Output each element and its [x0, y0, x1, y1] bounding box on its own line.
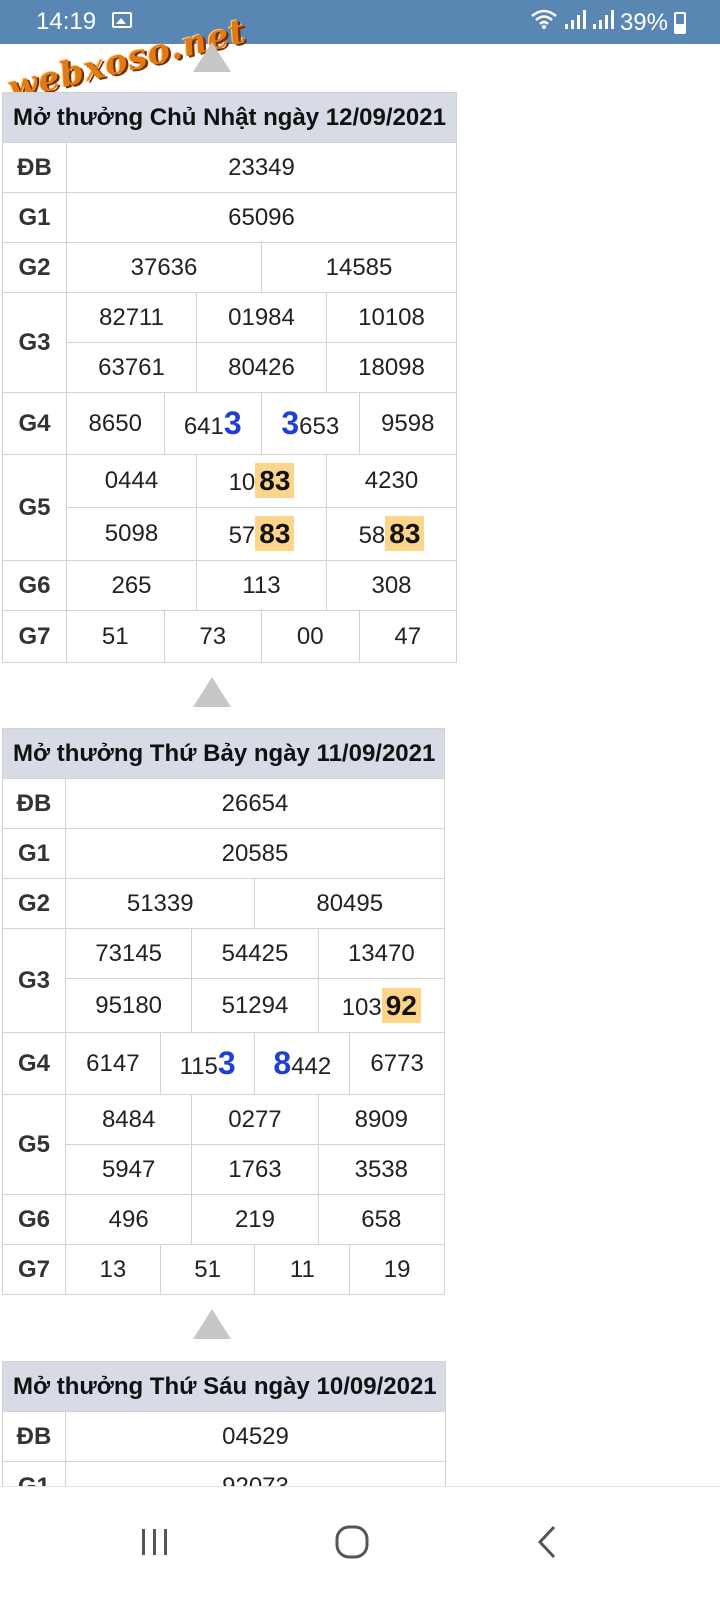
prize-label: G3	[2, 292, 67, 393]
back-icon[interactable]	[522, 1517, 572, 1567]
prize-g7: 47	[358, 610, 457, 663]
prize-g7: 73	[163, 610, 262, 663]
scroll-up-arrow-icon[interactable]	[193, 42, 231, 72]
prize-g4: 3653	[261, 392, 360, 455]
prize-label: ĐB	[2, 1411, 66, 1462]
prize-label: G5	[2, 454, 67, 561]
prize-g5: 1763	[191, 1144, 319, 1195]
prize-g6: 265	[66, 560, 197, 611]
prize-g2: 14585	[261, 242, 457, 293]
prize-g3: 18098	[326, 342, 457, 393]
status-time: 14:19	[36, 8, 97, 35]
prize-g5: 3538	[317, 1144, 446, 1195]
prize-g2: 51339	[64, 878, 256, 929]
prize-g5: 4230	[326, 454, 457, 508]
prize-g3: 95180	[64, 978, 193, 1033]
prize-g4: 8442	[254, 1032, 351, 1095]
prize-g5: 5947	[64, 1144, 193, 1195]
prize-g4: 9598	[358, 392, 457, 455]
prize-g5: 5098	[66, 507, 197, 561]
prize-g5: 0277	[191, 1094, 319, 1145]
results-table-1: Mở thưởng Chủ Nhật ngày 12/09/2021 ĐB 233…	[2, 92, 457, 663]
prize-g2: 80495	[254, 878, 445, 929]
prize-label: G6	[2, 1194, 66, 1245]
prize-label: G2	[2, 878, 66, 929]
prize-g4: 1153	[159, 1032, 256, 1095]
prize-g4: 8650	[66, 392, 165, 455]
prize-label: G1	[2, 828, 66, 879]
prize-g3: 10108	[326, 292, 457, 343]
prize-g5: 58 83	[326, 507, 457, 561]
prize-g1: 20585	[65, 828, 445, 879]
prize-g7: 13	[65, 1244, 161, 1295]
prize-g3: 80426	[196, 342, 327, 393]
prize-label: G3	[2, 928, 66, 1033]
prize-g5: 0444	[66, 454, 197, 508]
prize-g6: 308	[326, 560, 457, 611]
prize-g3: 13470	[317, 928, 446, 979]
prize-g3: 73145	[64, 928, 193, 979]
prize-g3: 82711	[66, 292, 197, 343]
battery-percent: 39%	[619, 8, 668, 36]
prize-label: G5	[2, 1094, 66, 1195]
prize-g4: 6413	[163, 392, 262, 455]
prize-g3: 51294	[191, 978, 319, 1033]
recent-apps-icon[interactable]	[130, 1517, 180, 1567]
prize-g7: 51	[159, 1244, 256, 1295]
prize-g3: 103 92	[317, 978, 446, 1033]
gallery-notification-icon	[112, 12, 132, 28]
prize-g4: 6147	[65, 1032, 161, 1095]
signal-icon	[564, 8, 586, 37]
prize-g2: 37636	[66, 242, 262, 293]
draw-title: Mở thưởng Thứ Sáu ngày 10/09/2021	[2, 1361, 446, 1412]
scroll-up-arrow-icon[interactable]	[193, 677, 231, 707]
prize-g7: 11	[254, 1244, 351, 1295]
prize-g7: 51	[66, 610, 165, 663]
prize-g5: 8909	[317, 1094, 446, 1145]
draw-title: Mở thưởng Chủ Nhật ngày 12/09/2021	[2, 92, 457, 143]
battery-icon	[674, 11, 686, 34]
prize-db: 04529	[65, 1411, 446, 1462]
wifi-icon	[530, 8, 558, 37]
prize-label: ĐB	[2, 142, 67, 193]
prize-label: G4	[2, 1032, 66, 1095]
prize-g1: 65096	[66, 192, 457, 243]
prize-label: G1	[2, 192, 67, 243]
draw-title: Mở thưởng Thứ Bảy ngày 11/09/2021	[2, 728, 445, 779]
prize-g7: 19	[349, 1244, 445, 1295]
prize-db: 26654	[65, 778, 445, 829]
prize-g6: 496	[64, 1194, 193, 1245]
prize-label: G4	[2, 392, 67, 455]
system-nav-bar	[0, 1486, 720, 1601]
prize-label: G7	[2, 1244, 66, 1295]
prize-g6: 658	[317, 1194, 446, 1245]
prize-g5: 57 83	[196, 507, 327, 561]
prize-g6: 113	[196, 560, 327, 611]
prize-g3: 63761	[66, 342, 197, 393]
prize-g7: 00	[261, 610, 360, 663]
status-bar: 14:19 39%	[0, 0, 720, 44]
prize-label: G2	[2, 242, 67, 293]
home-icon[interactable]	[327, 1517, 377, 1567]
prize-g6: 219	[191, 1194, 319, 1245]
results-table-2: Mở thưởng Thứ Bảy ngày 11/09/2021 ĐB 2665…	[2, 728, 446, 1295]
prize-g5: 10 83	[196, 454, 327, 508]
prize-g4: 6773	[349, 1032, 445, 1095]
prize-label: G6	[2, 560, 67, 611]
signal-icon-2	[592, 8, 614, 37]
prize-g3: 54425	[191, 928, 319, 979]
prize-g3: 01984	[196, 292, 327, 343]
prize-label: ĐB	[2, 778, 66, 829]
scroll-up-arrow-icon[interactable]	[193, 1309, 231, 1339]
prize-label: G7	[2, 610, 67, 663]
prize-g5: 8484	[64, 1094, 193, 1145]
prize-db: 23349	[66, 142, 457, 193]
